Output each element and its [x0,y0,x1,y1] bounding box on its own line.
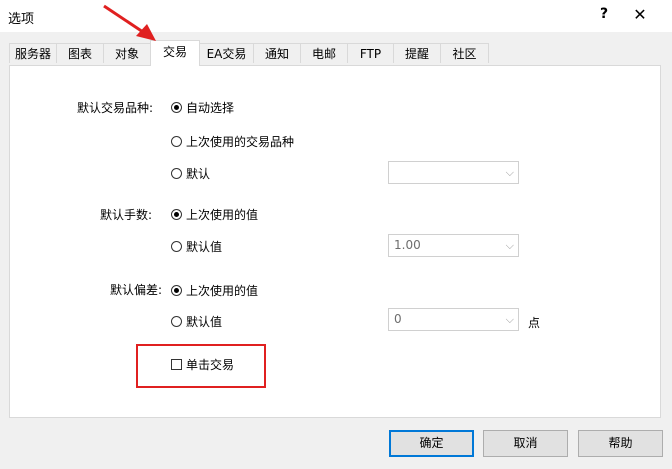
radio-auto-select[interactable]: 自动选择 [171,99,234,116]
default-symbol-label: 默认交易品种: [77,101,154,115]
cancel-button[interactable]: 取消 [483,430,568,457]
radio-label: 自动选择 [186,101,235,115]
combo-value: 0 [394,312,402,326]
tab-trade[interactable]: 交易 [150,40,200,66]
default-lots-label: 默认手数: [100,208,153,222]
default-symbol-combo[interactable]: ⌵ [388,161,519,184]
radio-deviation-default[interactable]: 默认值 [171,313,222,330]
radio-lots-last-used[interactable]: 上次使用的值 [171,206,258,223]
trade-panel [9,65,661,418]
window-title: 选项 [8,12,35,27]
radio-label: 上次使用的交易品种 [186,135,295,149]
help-icon[interactable]: ? [596,6,612,22]
radio-deviation-last-used[interactable]: 上次使用的值 [171,282,258,299]
radio-button[interactable] [171,316,182,327]
close-icon[interactable]: ✕ [632,5,648,24]
radio-button[interactable] [171,168,182,179]
chevron-down-icon[interactable]: ⌵ [506,162,514,183]
radio-default-symbol[interactable]: 默认 [171,165,210,182]
default-deviation-combo[interactable]: 0 ⌵ [388,308,519,331]
tab-expert-advisors[interactable]: EA交易 [199,43,254,63]
default-lots-combo[interactable]: 1.00 ⌵ [388,234,519,257]
radio-button[interactable] [171,241,182,252]
deviation-unit-label: 点 [528,316,541,330]
ok-button[interactable]: 确定 [389,430,474,457]
tab-community[interactable]: 社区 [440,43,489,63]
tab-ftp[interactable]: FTP [347,43,394,63]
radio-label: 默认值 [186,240,223,254]
radio-button[interactable] [171,102,182,113]
annotation-highlight-box [136,344,266,388]
radio-button[interactable] [171,285,182,296]
radio-label: 默认 [186,167,211,181]
radio-lots-default[interactable]: 默认值 [171,238,222,255]
tab-alerts[interactable]: 提醒 [393,43,441,63]
chevron-down-icon[interactable]: ⌵ [506,309,514,330]
default-deviation-label: 默认偏差: [110,283,163,297]
radio-label: 默认值 [186,315,223,329]
tab-notifications[interactable]: 通知 [253,43,301,63]
help-button[interactable]: 帮助 [578,430,663,457]
title-bar: 选项 ? ✕ [0,0,672,32]
radio-last-used-symbol[interactable]: 上次使用的交易品种 [171,133,294,150]
chevron-down-icon[interactable]: ⌵ [506,235,514,256]
radio-label: 上次使用的值 [186,208,259,222]
tab-email[interactable]: 电邮 [300,43,348,63]
tab-objects[interactable]: 对象 [103,43,151,63]
tab-charts[interactable]: 图表 [56,43,104,63]
radio-label: 上次使用的值 [186,284,259,298]
combo-value: 1.00 [394,238,421,252]
radio-button[interactable] [171,136,182,147]
radio-button[interactable] [171,209,182,220]
tab-server[interactable]: 服务器 [9,43,57,63]
